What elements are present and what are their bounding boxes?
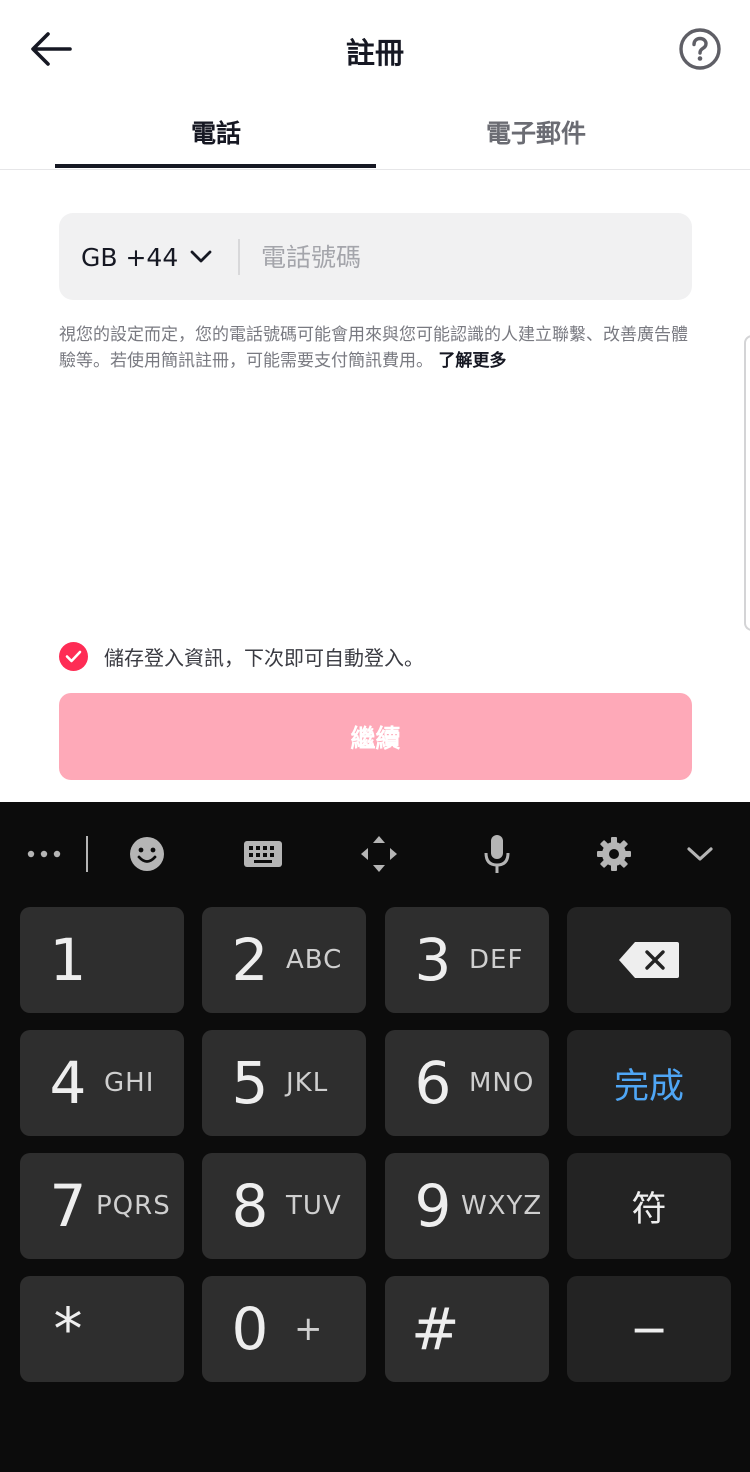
key-6[interactable]: 6 MNO <box>385 1030 549 1136</box>
minus-label: − <box>629 1302 669 1356</box>
key-letters: TUV <box>286 1191 342 1221</box>
chevron-down-icon <box>190 250 212 263</box>
done-key[interactable]: 完成 <box>567 1030 731 1136</box>
key-1[interactable]: 1 <box>20 907 184 1013</box>
checkmark-icon <box>65 650 82 662</box>
question-circle-icon <box>679 28 721 70</box>
phone-field: GB +44 <box>59 213 692 300</box>
key-digit: 6 <box>414 1049 452 1117</box>
more-icon[interactable] <box>24 832 64 876</box>
cursor-move-icon[interactable] <box>358 832 400 876</box>
country-code-label: GB +44 <box>81 242 179 272</box>
help-button[interactable] <box>678 27 722 71</box>
key-letters: MNO <box>469 1068 535 1098</box>
key-letters: WXYZ <box>461 1191 543 1221</box>
country-code-selector[interactable]: GB +44 <box>81 240 212 274</box>
active-tab-indicator <box>55 164 376 168</box>
key-digit: 0 <box>231 1295 269 1363</box>
phone-disclaimer: 視您的設定而定，您的電話號碼可能會用來與您可能認識的人建立聯繫、改善廣告體驗等。… <box>59 322 691 374</box>
key-7[interactable]: 7 PQRS <box>20 1153 184 1259</box>
toolbar-divider <box>86 836 88 872</box>
phone-number-input[interactable] <box>261 235 661 279</box>
key-letters: JKL <box>286 1068 329 1098</box>
keyboard-toolbar <box>0 802 750 906</box>
key-5[interactable]: 5 JKL <box>202 1030 366 1136</box>
signup-tabs: 電話 電子郵件 <box>0 96 750 170</box>
key-digit: 2 <box>231 926 269 994</box>
done-label: 完成 <box>613 1066 684 1107</box>
key-digit: 1 <box>49 926 87 994</box>
key-letters: + <box>294 1309 324 1349</box>
disclaimer-text: 視您的設定而定，您的電話號碼可能會用來與您可能認識的人建立聯繫、改善廣告體驗等。… <box>59 325 688 371</box>
save-login-checkbox[interactable] <box>59 641 88 671</box>
key-letters: ABC <box>286 945 343 975</box>
key-digit: 8 <box>231 1172 269 1240</box>
key-digit: # <box>411 1295 460 1363</box>
learn-more-link[interactable]: 了解更多 <box>438 351 506 371</box>
tab-email[interactable]: 電子郵件 <box>376 114 696 150</box>
key-digit: 7 <box>49 1172 87 1240</box>
minus-key[interactable]: − <box>567 1276 731 1382</box>
symbols-key[interactable]: 符 <box>567 1153 731 1259</box>
key-9[interactable]: 9 WXYZ <box>385 1153 549 1259</box>
numeric-keyboard: 1 2 ABC 3 DEF 4 GHI 5 JKL 6 MNO 完成 7 PQRS 8 TUV… <box>0 802 750 1472</box>
key-digit: 3 <box>414 926 452 994</box>
page-title: 註冊 <box>345 36 404 70</box>
backspace-key[interactable] <box>567 907 731 1013</box>
symbols-label: 符 <box>631 1189 667 1230</box>
side-edge-handle <box>744 335 750 631</box>
key-digit: * <box>53 1295 83 1363</box>
emoji-icon[interactable] <box>126 832 168 876</box>
keyboard-icon[interactable] <box>243 832 283 876</box>
backspace-icon <box>619 942 679 978</box>
key-2[interactable]: 2 ABC <box>202 907 366 1013</box>
microphone-icon[interactable] <box>480 832 514 876</box>
key-digit: 4 <box>49 1049 87 1117</box>
signup-screen: 註冊 電話 電子郵件 GB +44 視您的設定而定，您的電話號碼可能會用來與您可… <box>0 0 750 802</box>
continue-button[interactable]: 繼續 <box>59 693 692 780</box>
save-login-label: 儲存登入資訊，下次即可自動登入。 <box>104 645 424 670</box>
collapse-icon[interactable] <box>684 832 716 876</box>
key-letters: DEF <box>469 945 524 975</box>
key-hash[interactable]: # <box>385 1276 549 1382</box>
header: 註冊 <box>0 0 750 96</box>
key-letters: GHI <box>104 1068 155 1098</box>
settings-icon[interactable] <box>594 832 634 876</box>
key-digit: 5 <box>231 1049 269 1117</box>
tab-phone[interactable]: 電話 <box>56 114 376 150</box>
key-8[interactable]: 8 TUV <box>202 1153 366 1259</box>
key-3[interactable]: 3 DEF <box>385 907 549 1013</box>
key-letters: PQRS <box>96 1191 171 1221</box>
field-divider <box>238 239 240 275</box>
save-login-row: 儲存登入資訊，下次即可自動登入。 <box>59 641 424 671</box>
key-0[interactable]: 0 + <box>202 1276 366 1382</box>
key-digit: 9 <box>414 1172 452 1240</box>
key-4[interactable]: 4 GHI <box>20 1030 184 1136</box>
key-star[interactable]: * <box>20 1276 184 1382</box>
